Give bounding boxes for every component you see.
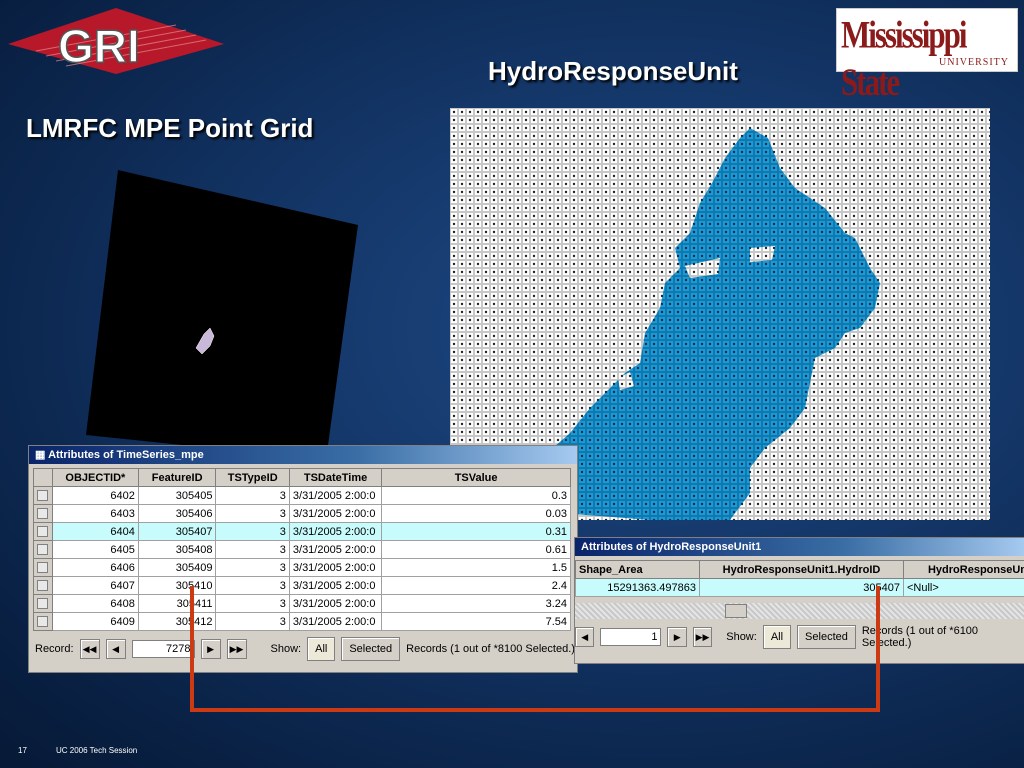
row-selector[interactable] — [33, 576, 53, 595]
gri-logo: GRI — [6, 6, 226, 76]
table-cell: 305408 — [137, 540, 217, 559]
table-icon: ▦ — [35, 449, 46, 461]
record-label: Record: — [35, 643, 74, 655]
svg-text:GRI: GRI — [58, 20, 140, 72]
table-row[interactable]: 6405 305408 3 3/31/2005 2:00:0 0.61 — [33, 540, 571, 559]
column-header[interactable]: HydroResponseUnit1.HydroID — [699, 560, 904, 579]
table-row[interactable]: 6404 305407 3 3/31/2005 2:00:0 0.31 — [33, 522, 571, 541]
grid-title: LMRFC MPE Point Grid — [26, 113, 314, 143]
table-cell: 6405 — [51, 540, 139, 559]
msu-sub: UNIVERSITY — [939, 57, 1009, 68]
row-selector[interactable] — [33, 594, 53, 613]
row-selector[interactable] — [33, 522, 53, 541]
timeseries-window-title[interactable]: ▦ Attributes of TimeSeries_mpe — [29, 446, 577, 464]
table-cell: <Null> — [903, 578, 1024, 597]
table-cell: 1.5 — [381, 558, 571, 577]
table-cell: 6403 — [51, 504, 139, 523]
table-cell: 6402 — [51, 486, 139, 505]
mpe-grid-image — [86, 170, 366, 465]
table-cell: 3 — [215, 486, 290, 505]
table-row[interactable]: 6402 305405 3 3/31/2005 2:00:0 0.3 — [33, 486, 571, 505]
column-header[interactable]: TSValue — [381, 468, 571, 487]
page-number: 17 — [18, 746, 27, 755]
table-cell: 6406 — [51, 558, 139, 577]
table-cell: 6409 — [51, 612, 139, 631]
column-header[interactable]: HydroResponseUn — [903, 560, 1024, 579]
hru-window-title[interactable]: Attributes of HydroResponseUnit1 — [575, 538, 1024, 556]
table-cell: 3/31/2005 2:00:0 — [288, 558, 383, 577]
column-header[interactable]: FeatureID — [137, 468, 217, 487]
hru-title: HydroResponseUnit — [488, 56, 738, 86]
session-label: UC 2006 Tech Session — [56, 746, 138, 755]
column-header[interactable]: Shape_Area — [575, 560, 700, 579]
table-cell: 3/31/2005 2:00:0 — [288, 504, 383, 523]
table-cell: 305405 — [137, 486, 217, 505]
table-cell: 305407 — [137, 522, 217, 541]
table-cell: 3 — [215, 540, 290, 559]
row-selector[interactable] — [33, 540, 53, 559]
table-cell: 6404 — [51, 522, 139, 541]
record-number-input[interactable]: 7278 — [131, 640, 195, 658]
table-cell: 6408 — [51, 594, 139, 613]
first-record-button[interactable]: ◀◀ — [79, 639, 100, 659]
table-cell: 3 — [215, 558, 290, 577]
table-cell: 3 — [215, 522, 290, 541]
table-row[interactable]: 6403 305406 3 3/31/2005 2:00:0 0.03 — [33, 504, 571, 523]
table-cell: 3/31/2005 2:00:0 — [288, 540, 383, 559]
column-header[interactable]: OBJECTID* — [51, 468, 139, 487]
table-cell: 0.31 — [381, 522, 571, 541]
table-cell: 0.03 — [381, 504, 571, 523]
table-cell: 3/31/2005 2:00:0 — [288, 522, 383, 541]
row-selector[interactable] — [33, 558, 53, 577]
row-selector[interactable] — [33, 486, 53, 505]
table-cell: 3 — [215, 504, 290, 523]
prev-record-button[interactable]: ◀ — [105, 639, 126, 659]
table-cell: 305409 — [137, 558, 217, 577]
column-header[interactable]: TSTypeID — [215, 468, 290, 487]
row-selector[interactable] — [33, 612, 53, 631]
records-count: Records (1 out of *6100 Selected.) — [861, 625, 979, 649]
table-row[interactable]: 6406 305409 3 3/31/2005 2:00:0 1.5 — [33, 558, 571, 577]
table-cell: 305406 — [137, 504, 217, 523]
table-cell: 0.61 — [381, 540, 571, 559]
table-cell: 3/31/2005 2:00:0 — [288, 486, 383, 505]
table-cell: 0.3 — [381, 486, 571, 505]
msu-logo: Mississippi State UNIVERSITY — [836, 8, 1018, 104]
table-cell: 6407 — [51, 576, 139, 595]
row-selector-header[interactable] — [33, 468, 53, 487]
column-header[interactable]: TSDateTime — [288, 468, 383, 487]
link-connector-line — [190, 586, 880, 712]
row-selector[interactable] — [33, 504, 53, 523]
